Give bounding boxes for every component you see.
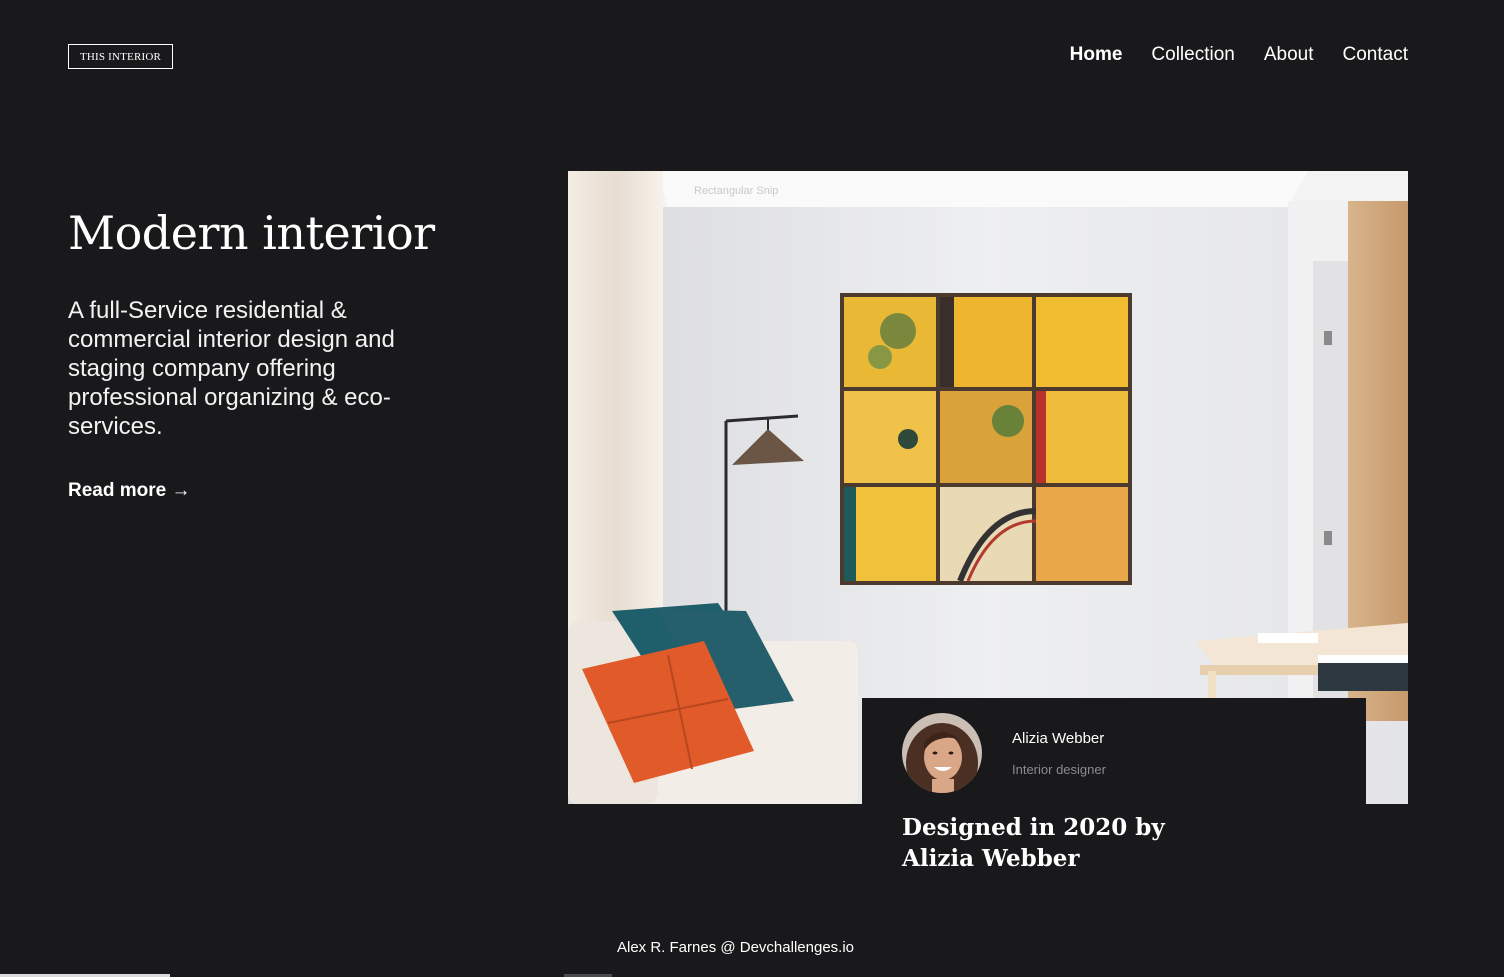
designer-role: Interior designer	[1012, 762, 1106, 777]
nav-about-link[interactable]: About	[1264, 44, 1314, 66]
read-more-link[interactable]: Read more →	[68, 480, 190, 502]
designer-card: Alizia Webber Interior designer	[862, 698, 1366, 804]
site-logo[interactable]: THIS INTERIOR	[68, 44, 173, 69]
designer-avatar	[902, 713, 982, 793]
wall-artwork	[840, 293, 1132, 585]
hero-title: Modern interior	[68, 206, 435, 260]
designer-name: Alizia Webber	[1012, 730, 1105, 747]
hero-description: A full-Service residential & commercial …	[68, 297, 395, 440]
nav-contact-link[interactable]: Contact	[1343, 44, 1408, 66]
nav-home-link[interactable]: Home	[1070, 44, 1123, 66]
main-nav: Home Collection About Contact	[1070, 44, 1408, 66]
nav-collection-link[interactable]: Collection	[1151, 44, 1234, 66]
avatar-image	[902, 713, 982, 793]
footer-credit: Alex R. Farnes @ Devchallenges.io	[617, 939, 854, 956]
snip-overlay-label: Rectangular Snip	[694, 185, 779, 197]
design-caption: Designed in 2020 by Alizia Webber	[902, 814, 1165, 872]
